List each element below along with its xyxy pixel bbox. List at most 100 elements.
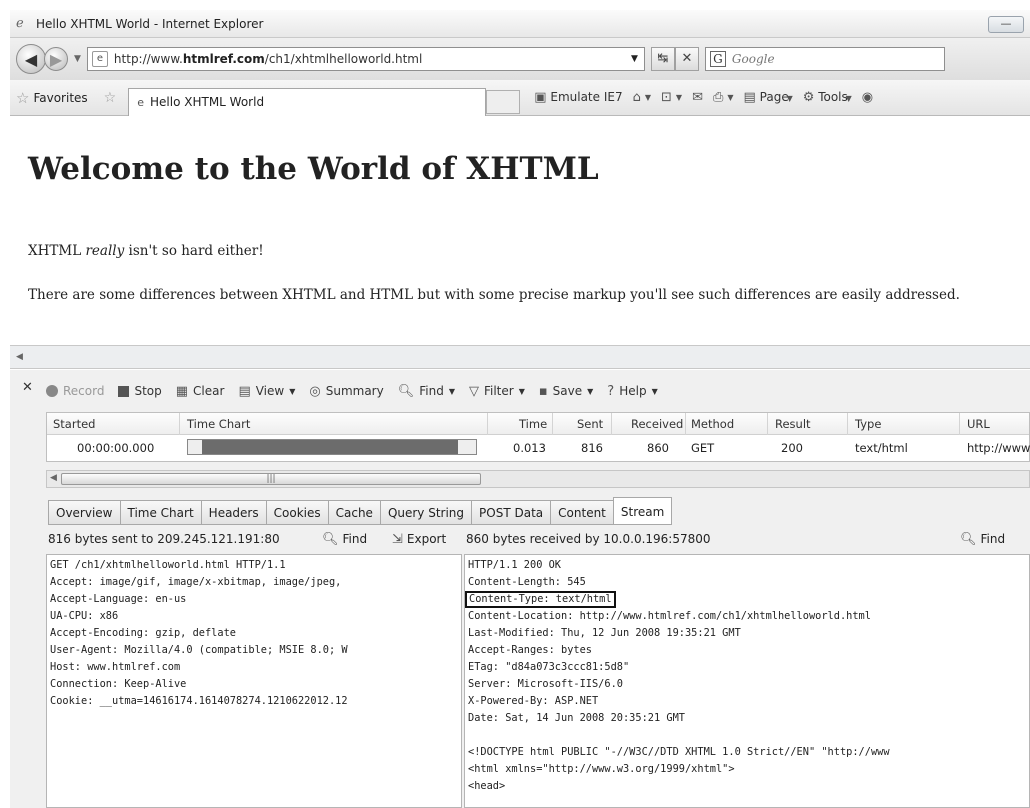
print-dropdown-icon[interactable]: ▼	[727, 93, 733, 102]
browser-tab[interactable]: e Hello XHTML World	[128, 87, 487, 116]
tab-headers[interactable]: Headers	[200, 500, 266, 525]
emulate-ie7-button[interactable]: ▣ Emulate IE7	[534, 90, 622, 105]
web-page: Welcome to the World of XHTML XHTML real…	[10, 117, 1030, 345]
sent-find-button[interactable]: 🔍︎ Find	[322, 532, 367, 547]
save-menu[interactable]: ▪ Save ▼	[539, 384, 593, 399]
received-stream-text[interactable]: HTTP/1.1 200 OK Content-Length: 545 Cont…	[464, 554, 1030, 808]
tools-menu[interactable]: ⚙ Tools ▼	[803, 90, 852, 105]
network-capture-pane: ✕ Record Stop ▦ Clear ▤ View ▼ ◎ Summary 🔍︎ F…	[10, 370, 1030, 808]
help-question-icon: ?	[607, 383, 615, 399]
command-bar: ▣ Emulate IE7 ⌂ ▼ ⊡ ▼ ✉ ⎙ ▼ ▤ Page ▼ ⚙ Tool…	[534, 90, 873, 105]
back-button[interactable]: ◀	[16, 44, 46, 74]
sent-line: Accept: image/gif, image/x-xbitmap, imag…	[50, 576, 342, 588]
tab-content[interactable]: Content	[550, 500, 613, 525]
received-line: <!DOCTYPE html PUBLIC "-//W3C//DTD XHTML…	[468, 746, 890, 758]
tab-cookies[interactable]: Cookies	[265, 500, 328, 525]
favorites-button[interactable]: Favorites	[33, 91, 87, 105]
tab-stream[interactable]: Stream	[612, 497, 673, 525]
col-result[interactable]: Result	[775, 417, 811, 431]
capture-toolbar: Record Stop ▦ Clear ▤ View ▼ ◎ Summary 🔍︎ Fin…	[46, 380, 658, 402]
minimize-button[interactable]: —	[988, 16, 1024, 33]
print-icon[interactable]: ⎙	[713, 90, 723, 105]
tools-dropdown-icon: ▼	[845, 94, 852, 103]
forward-button[interactable]: ▶	[44, 47, 68, 71]
received-find-button[interactable]: 🔍︎ Find	[960, 532, 1005, 547]
sent-line: UA-CPU: x86	[50, 610, 119, 622]
col-started[interactable]: Started	[53, 417, 95, 431]
sent-stream-text[interactable]: GET /ch1/xhtmlhelloworld.html HTTP/1.1 A…	[46, 554, 462, 808]
help-menu[interactable]: ? Help ▼	[607, 384, 657, 399]
col-type[interactable]: Type	[855, 417, 881, 431]
page-horizontal-scrollbar[interactable]: ◀	[10, 345, 1030, 369]
home-icon[interactable]: ⌂	[633, 90, 641, 105]
col-received[interactable]: Received	[631, 417, 683, 431]
page-menu[interactable]: ▤ Page ▼	[744, 90, 793, 105]
received-line: Content-Location: http://www.htmlref.com…	[468, 610, 871, 622]
back-arrow-icon: ◀	[24, 49, 38, 69]
received-line: Server: Microsoft-IIS/6.0	[468, 678, 623, 690]
col-method[interactable]: Method	[691, 417, 734, 431]
table-row[interactable]: 00:00:00.000 0.013 816 860 GET 200 text/…	[47, 435, 1030, 461]
close-pane-icon[interactable]: ✕	[22, 380, 33, 395]
summary-label: Summary	[325, 384, 384, 398]
filter-dropdown-icon: ▼	[518, 386, 525, 396]
sent-find-label: Find	[342, 532, 368, 546]
tab-overview[interactable]: Overview	[48, 500, 120, 525]
cell-method: GET	[691, 441, 715, 455]
search-input[interactable]: G Google	[704, 47, 945, 71]
feeds-icon[interactable]: ⊡	[661, 90, 672, 105]
history-dropdown-icon[interactable]: ▼	[74, 54, 81, 64]
col-sent[interactable]: Sent	[577, 417, 603, 431]
col-time[interactable]: Time	[519, 417, 547, 431]
mail-icon[interactable]: ✉	[692, 90, 703, 105]
add-favorite-icon[interactable]: ☆	[104, 90, 117, 106]
stop-page-button[interactable]: ✕	[674, 47, 699, 71]
grid-scroll-thumb[interactable]: |||	[61, 473, 481, 485]
cell-sent: 816	[581, 441, 603, 455]
find-menu[interactable]: 🔍︎ Find ▼	[398, 384, 455, 399]
tab-post-data[interactable]: POST Data	[471, 500, 551, 525]
received-line: <head>	[468, 780, 506, 792]
p1-prefix: XHTML	[28, 243, 86, 259]
stop-button[interactable]: Stop	[118, 384, 162, 398]
tab-query-string[interactable]: Query String	[379, 500, 472, 525]
record-icon	[46, 385, 58, 397]
summary-button[interactable]: ◎ Summary	[309, 384, 383, 399]
col-time-chart[interactable]: Time Chart	[187, 417, 250, 431]
address-input[interactable]: e http://www. htmlref.com/ch1/xhtmlhellow…	[86, 47, 645, 71]
page-dropdown-icon: ▼	[786, 94, 793, 103]
tab-time-chart[interactable]: Time Chart	[119, 500, 201, 525]
grid-header: Started Time Chart Time Sent Received Me…	[47, 413, 1029, 435]
request-grid: Started Time Chart Time Sent Received Me…	[46, 412, 1030, 462]
new-tab-button[interactable]	[486, 89, 521, 114]
address-dropdown-icon[interactable]: ▼	[631, 54, 638, 64]
clear-button[interactable]: ▦ Clear	[176, 384, 225, 399]
favorites-star-icon[interactable]: ☆	[16, 89, 29, 107]
filter-menu[interactable]: ▽ Filter ▼	[469, 384, 525, 399]
cell-time: 0.013	[513, 441, 546, 455]
feeds-dropdown-icon[interactable]: ▼	[676, 93, 682, 102]
grid-horizontal-scrollbar[interactable]: ◀ |||	[46, 470, 1030, 488]
page-heading: Welcome to the World of XHTML	[28, 151, 599, 187]
refresh-button[interactable]: ↹	[650, 47, 675, 71]
page-paragraph-1: XHTML really isn't so hard either!	[28, 243, 264, 259]
col-url[interactable]: URL	[967, 417, 990, 431]
export-icon: ⇲	[392, 531, 403, 547]
help-icon[interactable]: ◉	[862, 90, 873, 105]
sent-line: User-Agent: Mozilla/4.0 (compatible; MSI…	[50, 644, 348, 656]
export-button[interactable]: ⇲ Export	[392, 532, 446, 547]
scroll-left-icon[interactable]: ◀	[16, 352, 23, 362]
received-search-icon: 🔍︎	[960, 531, 977, 547]
filter-label: Filter	[483, 384, 514, 398]
emulate-label: Emulate IE7	[550, 90, 623, 104]
save-icon: ▪	[538, 383, 548, 399]
received-line: <html xmlns="http://www.w3.org/1999/xhtm…	[468, 763, 735, 775]
grid-scroll-left-icon[interactable]: ◀	[50, 473, 57, 483]
view-label: View	[255, 384, 285, 398]
home-dropdown-icon[interactable]: ▼	[645, 93, 651, 102]
record-button[interactable]: Record	[46, 384, 104, 398]
tab-cache[interactable]: Cache	[327, 500, 380, 525]
stop-icon	[118, 385, 130, 397]
received-line: Accept-Ranges: bytes	[468, 644, 592, 656]
view-menu[interactable]: ▤ View ▼	[238, 384, 295, 399]
